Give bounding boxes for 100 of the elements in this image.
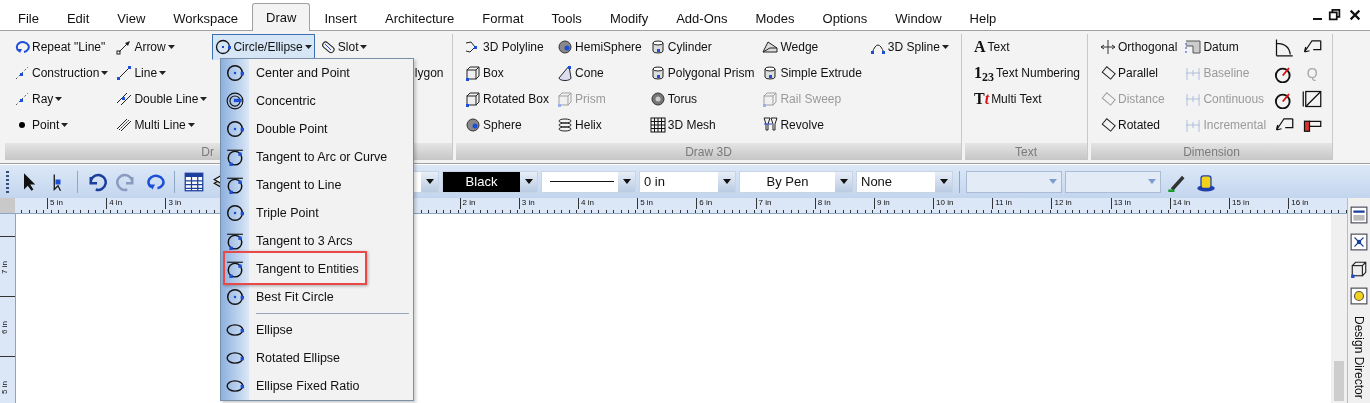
ribbon-button[interactable]: Parallel <box>1097 60 1181 86</box>
menu-item[interactable]: Double Point <box>221 115 413 143</box>
line-icon <box>116 65 133 81</box>
ruler-corner <box>0 198 15 213</box>
ruler-label: 3 in <box>518 198 578 209</box>
ribbon-button[interactable]: Line <box>113 60 211 86</box>
caret-icon <box>200 97 208 101</box>
menu-item[interactable]: View <box>103 5 160 30</box>
menu-item[interactable]: Architecture <box>370 5 469 30</box>
dropdown-field[interactable]: None <box>856 170 953 193</box>
menu-item[interactable]: Best Fit Circle <box>221 283 413 311</box>
menu-item[interactable]: Edit <box>52 5 104 30</box>
ruler-label: 4 in <box>106 198 166 209</box>
cylinder-icon <box>649 65 666 81</box>
ribbon-button[interactable]: Point <box>11 112 112 138</box>
menu-item[interactable]: Ellipse Fixed Ratio <box>221 372 413 400</box>
ribbon-button[interactable]: Rotated <box>1097 112 1181 138</box>
menu-item[interactable]: Help <box>955 5 1011 30</box>
ruler-label: 5 in <box>47 198 107 209</box>
caret-icon <box>722 179 731 184</box>
menu-item[interactable]: Draw <box>252 3 311 31</box>
ribbon-button[interactable]: Double Line <box>113 86 211 112</box>
menu-item[interactable]: Tangent to Entities <box>221 255 413 283</box>
ribbon-button[interactable]: 3D Mesh <box>646 112 758 138</box>
ellipse-icon <box>226 377 244 395</box>
ribbon-button[interactable]: TtMulti Text <box>971 86 1084 112</box>
line-style-dropdown[interactable] <box>541 170 636 193</box>
menu-item[interactable]: Rotated Ellipse <box>221 344 413 372</box>
toolbar-grip[interactable] <box>6 170 9 193</box>
group-label: Text <box>965 143 1087 160</box>
ribbon-button[interactable]: Cone <box>554 60 645 86</box>
dropdown-field[interactable]: By Pen <box>739 170 853 193</box>
ribbon-button[interactable]: Torus <box>646 86 758 112</box>
ribbon-button[interactable]: Slot <box>316 34 447 60</box>
table-icon <box>184 171 204 192</box>
arrow-icon <box>116 39 133 55</box>
ribbon-button[interactable]: Repeat "Line" <box>11 34 112 60</box>
menu-item[interactable]: Format <box>468 5 538 30</box>
ribbon-button[interactable]: Simple Extrude <box>759 60 865 86</box>
menu-item[interactable]: Insert <box>310 5 371 30</box>
text-glyph: Tt <box>974 90 990 108</box>
circle-icon <box>226 204 244 222</box>
ribbon-button[interactable]: Construction <box>11 60 112 86</box>
ribbon-button[interactable]: Wedge <box>759 34 865 60</box>
dimension-arrows-icon <box>1100 39 1116 55</box>
caret-icon <box>61 123 69 127</box>
ribbon-button[interactable]: Rotated Box <box>462 86 553 112</box>
cube-icon <box>465 65 481 81</box>
menu-item[interactable]: Tangent to 3 Arcs <box>221 227 413 255</box>
scrollbar-thumb[interactable] <box>1334 361 1345 401</box>
menu-item[interactable]: File <box>4 5 53 30</box>
ribbon-button[interactable]: Ray <box>11 86 112 112</box>
ribbon-button[interactable]: Sphere <box>462 112 553 138</box>
ribbon-button[interactable]: 3D Spline <box>866 34 952 60</box>
ruler-label: 15 in <box>1229 198 1289 209</box>
dropdown-field[interactable] <box>966 170 1062 193</box>
caret-icon <box>839 179 848 184</box>
menu-item[interactable]: Modify <box>595 5 663 30</box>
cone-icon <box>557 65 574 81</box>
menu-item[interactable]: Add-Ons <box>662 5 742 30</box>
sphere-icon <box>465 117 481 133</box>
ribbon-button[interactable]: Cylinder <box>646 34 758 60</box>
menu-item[interactable]: Tangent to Line <box>221 171 413 199</box>
cube-icon <box>762 91 779 107</box>
scrollbar[interactable] <box>1331 214 1348 403</box>
menu-item[interactable]: Modes <box>741 5 809 30</box>
ribbon-button[interactable]: Box <box>462 60 553 86</box>
dropdown-field[interactable]: 0 in <box>639 170 736 193</box>
menu-item[interactable]: Concentric <box>221 87 413 115</box>
network-icon <box>1350 233 1369 251</box>
ribbon-button[interactable]: Polygonal Prism <box>646 60 758 86</box>
ribbon-button[interactable]: Orthogonal <box>1097 34 1181 60</box>
menu-item[interactable]: Workspace <box>159 5 253 30</box>
ribbon-button[interactable]: AText <box>971 34 1084 60</box>
goblet-icon <box>762 117 779 133</box>
dropdown-field[interactable] <box>1065 170 1161 193</box>
close-icon <box>1348 8 1362 22</box>
menu-item[interactable]: Center and Point <box>221 59 413 87</box>
ribbon-button[interactable]: Helix <box>554 112 645 138</box>
ribbon-button[interactable]: 3D Polyline <box>462 34 553 60</box>
color-dropdown[interactable]: Black <box>442 170 538 193</box>
square-diagonal-icon <box>1302 89 1323 109</box>
ruler-label: 5 in <box>0 356 15 394</box>
ribbon-button[interactable]: Multi Line <box>113 112 211 138</box>
menu-item[interactable]: Ellipse <box>221 316 413 344</box>
ruler-label: 7 in <box>755 198 815 209</box>
concentric-circles-icon <box>226 92 244 110</box>
ribbon-button[interactable]: Revolve <box>759 112 865 138</box>
ruler-label: 6 in <box>0 296 15 334</box>
ribbon-button[interactable]: lygon <box>411 60 447 86</box>
panel-title[interactable]: Design Director <box>1352 316 1367 399</box>
menu-item[interactable]: Window <box>881 5 956 30</box>
ribbon-button[interactable]: Arrow <box>113 34 211 60</box>
ribbon-button[interactable]: Datum <box>1182 34 1270 60</box>
cylinder-icon <box>762 65 779 81</box>
ribbon-button[interactable]: Circle/Ellipse <box>212 34 315 60</box>
caret-icon <box>1147 179 1156 184</box>
menu-item[interactable]: Tools <box>537 5 596 30</box>
menu-item[interactable]: Options <box>808 5 882 30</box>
ribbon-button[interactable]: HemiSphere <box>554 34 645 60</box>
